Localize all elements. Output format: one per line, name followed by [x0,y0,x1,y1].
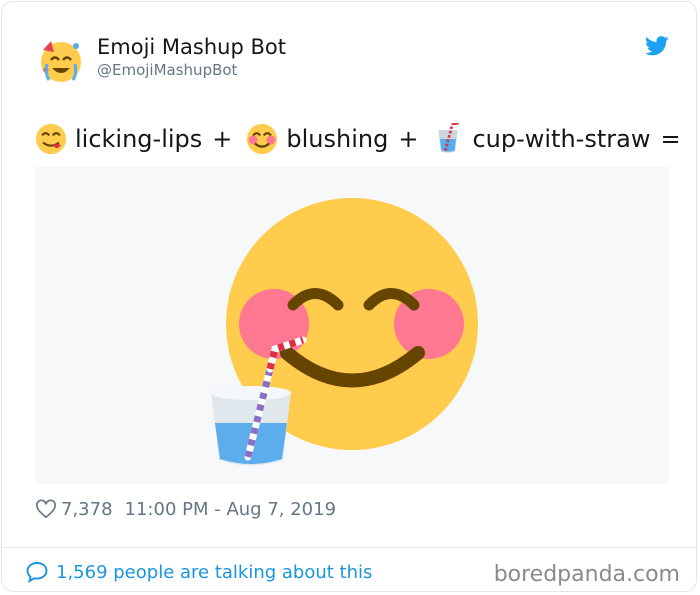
talking-text[interactable]: 1,569 people are talking about this [56,562,372,583]
tweet-timestamp[interactable]: 11:00 PM - Aug 7, 2019 [125,499,337,520]
plus-sign: + [212,125,233,153]
divider [2,547,696,548]
smiling-face-with-smiling-eyes-icon [247,123,278,155]
cup-with-straw-icon [438,123,460,153]
talking-link[interactable]: 1,569 people are talking about this [25,559,372,585]
tweet-part-1: licking-lips [75,125,203,153]
blushing-face-with-cup-and-straw-mashup-icon [211,198,478,466]
twitter-bird-icon[interactable] [645,35,669,57]
tweet-meta: 7,378 11:00 PM - Aug 7, 2019 [35,496,336,522]
tweet-card: Emoji Mashup Bot @EmojiMashupBot licking… [1,1,697,592]
tweet-part-3: cup-with-straw [472,125,651,153]
tweet-part-2: blushing [286,125,389,153]
watermark: boredpanda.com [493,562,680,587]
face-savoring-food-icon [35,123,67,155]
like-count[interactable]: 7,378 [61,499,113,520]
heart-icon[interactable] [35,498,57,520]
plus-sign: + [398,125,419,153]
tweet-text: licking-lips + blushing + cup-with-straw… [35,120,681,158]
avatar[interactable] [38,38,84,84]
tweet-media[interactable] [35,167,669,484]
author-name[interactable]: Emoji Mashup Bot [97,35,286,59]
speech-bubble-icon [26,562,48,583]
author-handle[interactable]: @EmojiMashupBot [97,61,237,79]
equals-sign: = [660,125,681,153]
